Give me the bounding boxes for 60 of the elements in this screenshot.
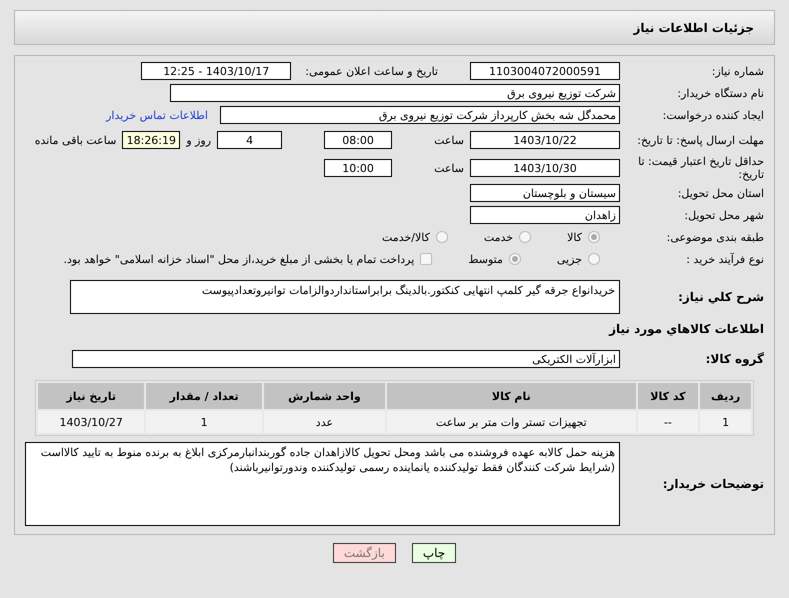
print-button[interactable]: چاپ	[412, 543, 456, 563]
field-label: شرح کلي نياز:	[677, 290, 764, 304]
page-title: جزئیات اطلاعات نیاز	[14, 10, 775, 45]
field-label: ساعت باقی مانده	[34, 134, 116, 146]
text-field[interactable]: ابزارآلات الکتریکی	[72, 350, 620, 368]
field-label: نام دستگاه خریدار:	[676, 86, 764, 100]
radio-label: کالا/خدمت	[382, 230, 430, 244]
buyer-contact-link[interactable]: اطلاعات تماس خریدار	[106, 108, 208, 122]
description-textarea[interactable]: خریدانواع جرقه گیر کلمپ انتهایی کنکتور.بالدینگ برابراستانداردوالزامات توانیروتعدادپیوست	[70, 280, 620, 314]
field-label: تاریخ و ساعت اعلان عمومی:	[305, 64, 438, 78]
column-header: کد کالا	[638, 383, 698, 409]
column-header: تعداد / مقدار	[146, 383, 262, 409]
field-label: استان محل تحویل:	[676, 186, 764, 200]
column-header: ردیف	[700, 383, 751, 409]
field-label: ساعت	[434, 162, 464, 174]
radio-label: کالا	[567, 230, 582, 244]
text-field[interactable]: 10:00	[324, 159, 392, 177]
field-label: ساعت	[434, 134, 464, 146]
field-label: شهر محل تحویل:	[683, 208, 764, 222]
text-field[interactable]: شرکت توزیع نیروی برق	[170, 84, 620, 102]
text-field[interactable]: 4	[217, 131, 282, 149]
radio-button[interactable]	[508, 253, 521, 265]
buyer-notes-textarea[interactable]: هزینه حمل کالابه عهده فروشنده می باشد ومحل تحویل کالازاهدان جاده گوربندانبارمرکزی ابلاغ به برنده منوط به تایید کالااست (شرایط شرکت کنندگان فقط تولیدکننده یانماینده رسمی تولیدکننده وندورتوانیرباشند)	[25, 442, 620, 526]
field-label: نوع فرآیند خرید :	[685, 252, 764, 266]
radio-button[interactable]	[588, 231, 600, 243]
column-header: نام کالا	[387, 383, 636, 409]
text-field[interactable]: محمدگل شه بخش کارپرداز شرکت توزیع نیروی برق	[220, 106, 620, 124]
table-cell: 1	[146, 411, 262, 433]
field-label: طبقه بندی موضوعی:	[666, 230, 764, 244]
field-label: روز و	[186, 134, 212, 146]
text-field[interactable]: 18:26:19	[122, 131, 180, 149]
checkbox[interactable]	[420, 253, 432, 265]
table-cell: عدد	[264, 411, 386, 433]
table-cell: --	[638, 411, 698, 433]
radio-label: خدمت	[484, 230, 514, 244]
field-label: توضیحات خریدار:	[662, 478, 764, 490]
column-header: واحد شمارش	[264, 383, 386, 409]
table-cell: 1403/10/27	[38, 411, 144, 433]
text-field[interactable]: 1403/10/22	[470, 131, 620, 149]
field-label: گروه کالا:	[704, 352, 764, 366]
text-field[interactable]: زاهدان	[470, 206, 620, 224]
section-heading: اطلاعات کالاهاي مورد نياز	[609, 322, 764, 336]
field-label: ایجاد کننده درخواست:	[662, 108, 764, 122]
radio-button[interactable]	[588, 253, 600, 265]
field-label: مهلت ارسال پاسخ: تا تاریخ:	[636, 134, 764, 146]
text-field[interactable]: 1103004072000591	[470, 62, 620, 80]
radio-button[interactable]	[519, 231, 532, 243]
table-cell: 1	[700, 411, 751, 433]
checkbox-label: پرداخت تمام یا بخشی از مبلغ خرید،از محل "اسناد خزانه اسلامی" خواهد بود.	[64, 252, 414, 266]
text-field[interactable]: سیستان و بلوچستان	[470, 184, 620, 202]
radio-label: جزیی	[556, 252, 582, 266]
radio-label: متوسط	[468, 252, 503, 266]
text-field[interactable]: 1403/10/17 - 12:25	[141, 62, 292, 80]
radio-button[interactable]	[436, 231, 448, 243]
column-header: تاریخ نیاز	[38, 383, 144, 409]
field-label: شماره نیاز:	[710, 64, 764, 78]
field-label: حداقل تاریخ اعتبار قیمت: تا تاریخ:	[637, 155, 764, 181]
text-field[interactable]: 1403/10/30	[470, 159, 620, 177]
table-cell: تجهیزات تستر وات متر بر ساعت	[387, 411, 636, 433]
text-field[interactable]: 08:00	[324, 131, 392, 149]
